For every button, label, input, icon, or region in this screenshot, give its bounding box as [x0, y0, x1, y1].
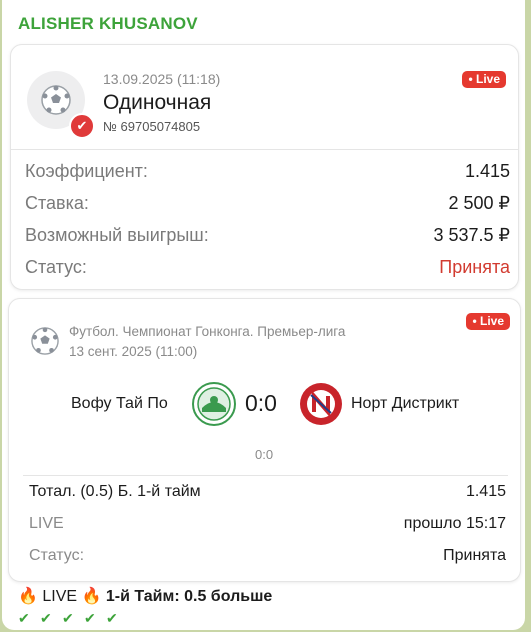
event-status-label: Статус:: [29, 547, 85, 564]
odds-row: Коэффициент: 1.415: [25, 161, 510, 185]
bet-type: Одиночная: [103, 91, 212, 114]
odds-value: 1.415: [464, 161, 510, 181]
market-row: Тотал. (0.5) Б. 1-й тайм 1.415: [29, 483, 506, 505]
stake-value: 2 500 ₽: [448, 193, 511, 213]
live-badge: • Live: [462, 71, 506, 88]
bet-card[interactable]: ✔ 13.09.2025 (11:18) Одиночная № 6970507…: [10, 44, 519, 290]
league-name: Футбол. Чемпионат Гонконга. Премьер-лига: [69, 324, 346, 339]
football-icon: [31, 327, 59, 355]
fire-icon: 🔥: [18, 588, 38, 605]
football-icon: [41, 85, 71, 115]
market-odds: 1.415: [465, 483, 506, 500]
caption-live: LIVE: [42, 588, 78, 605]
check-marks: ✔ ✔ ✔ ✔ ✔: [18, 610, 128, 627]
event-date: 13 сент. 2025 (11:00): [69, 344, 198, 359]
payout-row: Возможный выигрыш: 3 537.5 ₽: [25, 225, 510, 249]
check-icon: ✔: [84, 610, 99, 626]
event-status-value: Принята: [443, 547, 506, 564]
away-team-logo-icon: [300, 383, 342, 425]
fire-icon: 🔥: [81, 588, 102, 605]
live-label: LIVE: [29, 515, 64, 532]
sender-name[interactable]: ALISHER KHUSANOV: [18, 14, 198, 34]
status-value: Принята: [439, 257, 510, 277]
payout-value: 3 537.5 ₽: [433, 225, 510, 245]
bet-date: 13.09.2025 (11:18): [103, 71, 221, 87]
away-team: Норт Дистрикт: [351, 395, 460, 412]
stake-label: Ставка:: [25, 193, 89, 213]
check-icon: ✔: [18, 610, 33, 626]
message-bubble: ALISHER KHUSANOV ✔ 13.09.2025 (11:18) Од…: [2, 0, 525, 630]
live-badge: • Live: [466, 313, 510, 330]
status-label: Статус:: [25, 257, 87, 277]
status-row: Статус: Принята: [25, 257, 510, 281]
payout-label: Возможный выигрыш:: [25, 225, 209, 245]
half-score: 0:0: [255, 447, 274, 462]
caption-text: 1-й Тайм: 0.5 больше: [105, 588, 273, 605]
stake-row: Ставка: 2 500 ₽: [25, 193, 510, 217]
message-caption: 🔥 LIVE 🔥 1-й Тайм: 0.5 больше: [18, 586, 272, 606]
home-team-logo-icon: [192, 382, 236, 426]
check-icon: ✔: [40, 610, 55, 626]
live-row: LIVE прошло 15:17: [29, 515, 506, 537]
market-label: Тотал. (0.5) Б. 1-й тайм: [29, 483, 201, 500]
elapsed-time: прошло 15:17: [403, 515, 506, 532]
match-score: 0:0: [245, 390, 277, 416]
bet-number: № 69705074805: [103, 119, 201, 134]
divider: [11, 149, 518, 150]
check-badge-icon: ✔: [69, 113, 95, 139]
divider: [23, 475, 508, 476]
odds-label: Коэффициент:: [25, 161, 148, 181]
check-icon: ✔: [62, 610, 77, 626]
event-status-row: Статус: Принята: [29, 547, 506, 569]
home-team: Вофу Тай По: [71, 395, 168, 412]
event-card[interactable]: Футбол. Чемпионат Гонконга. Премьер-лига…: [8, 298, 521, 582]
check-icon: ✔: [106, 610, 121, 626]
